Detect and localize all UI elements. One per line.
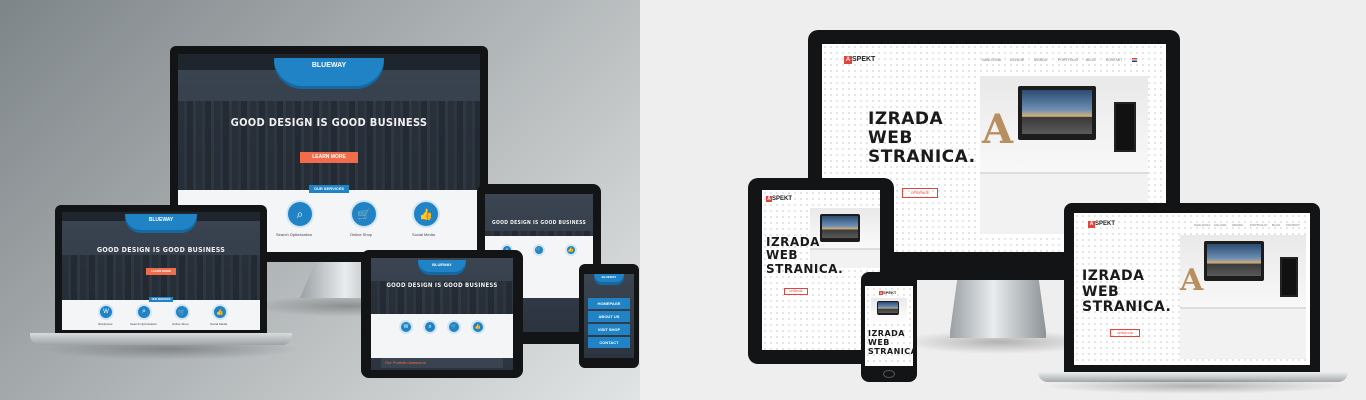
menu-item-about[interactable]: ABOUT US: [588, 311, 630, 322]
menu-item-homepage[interactable]: HOMEPAGE: [588, 298, 630, 309]
house-image: [1022, 90, 1092, 134]
service-label: Search Optimization: [130, 322, 158, 326]
hero-headline: GOOD DESIGN IS GOOD BUSINESS: [386, 282, 498, 289]
thumbs-up-icon: 👍: [412, 200, 440, 228]
nav-contact[interactable]: KONTAKT: [1106, 58, 1122, 62]
cart-icon: 🛒: [174, 304, 190, 320]
letter-a-decor: A: [1180, 263, 1204, 298]
nav-izrada[interactable]: IZRADA: [1232, 223, 1243, 227]
nav-home[interactable]: NASLOVNA: [982, 58, 1001, 62]
portfolio-footer: Our Portfolio Awesome: [381, 358, 503, 368]
laptop: BLUEWAY GOOD DESIGN IS GOOD BUSINESS LEA…: [55, 205, 267, 333]
learn-more-button[interactable]: LEARN MORE: [300, 152, 358, 163]
cart-icon: 🛒: [533, 244, 545, 256]
hero-heading: IZRADA WEB STRANICA.: [868, 109, 976, 168]
service-label: Online Shop: [172, 322, 189, 326]
hero-heading: IZRADA WEB STRANICA.: [766, 235, 844, 276]
site-logo: BLUEWAY: [594, 274, 624, 282]
macbook: A SPEKT NASLOVNA USLUGE IZRADA PORTFOLIO …: [1064, 203, 1320, 373]
house-image: [822, 216, 858, 238]
hero-photo: A: [1180, 235, 1306, 359]
cart-icon: 🛒: [447, 320, 461, 334]
service-label: Social Media: [210, 322, 228, 326]
nav-blog[interactable]: BLOG: [1272, 223, 1280, 227]
photo-monitor: [1018, 86, 1096, 140]
cart-icon: 🛒: [350, 200, 378, 228]
photo-poster: [1114, 102, 1136, 152]
imac-stand: [950, 276, 1046, 338]
services-section: W ⌕ 🛒 👍: [371, 314, 513, 358]
macbook-screen: A SPEKT NASLOVNA USLUGE IZRADA PORTFOLIO …: [1074, 213, 1310, 365]
photo-desk: [1180, 307, 1306, 359]
aspekt-phone: ASPEKT IZRADA WEB STRANICA.: [861, 272, 917, 382]
site-logo: BLUEWAY: [418, 260, 466, 272]
hero-headline: GOOD DESIGN IS GOOD BUSINESS: [230, 116, 428, 129]
learn-more-button[interactable]: LEARN MORE: [146, 268, 176, 275]
macbook-shadow: [1040, 378, 1346, 394]
hero-headline: GOOD DESIGN IS GOOD BUSINESS: [96, 246, 226, 254]
nav-blog[interactable]: BLOG: [1086, 58, 1096, 62]
thumbs-up-icon: 👍: [471, 320, 485, 334]
opsirnije-button[interactable]: OPŠIRNIJE: [784, 288, 808, 295]
photo-monitor: [1204, 241, 1264, 281]
tablet-landscape-screen: BLUEWAY GOOD DESIGN IS GOOD BUSINESS W ⌕…: [371, 258, 513, 370]
thumbs-up-icon: 👍: [565, 244, 577, 256]
service-label-social: Social Media: [412, 232, 435, 237]
services-title: OUR SERVICES: [149, 297, 173, 302]
hero-heading: IZRADA WEB STRANICA.: [868, 329, 913, 356]
thumbs-up-icon: 👍: [212, 304, 228, 320]
laptop-screen: BLUEWAY GOOD DESIGN IS GOOD BUSINESS LEA…: [62, 212, 260, 330]
service-label-shop: Online Shop: [350, 232, 373, 237]
service-label-seo: Search Optimization: [276, 232, 313, 237]
photo-poster: [1280, 257, 1298, 297]
nav-izrada[interactable]: IZRADA: [1034, 58, 1047, 62]
phone-screen: BLUEWAY HOMEPAGE ABOUT US VISIT SHOP CON…: [584, 274, 634, 358]
aspekt-logo: ASPEKT: [879, 290, 897, 295]
opsirnije-button[interactable]: OPŠIRNIJE: [902, 188, 938, 198]
hero-banner: BLUEWAY GOOD DESIGN IS GOOD BUSINESS LEA…: [0, 0, 1366, 400]
aspekt-logo: ASPEKT: [1088, 221, 1116, 228]
nav-contact[interactable]: KONTAKT: [1286, 223, 1300, 227]
nav-portfolio[interactable]: PORTFOLIO: [1250, 223, 1267, 227]
letter-a-decor: A: [982, 106, 1014, 153]
city-skyline: [178, 100, 480, 190]
laptop-base: [30, 333, 292, 345]
aspekt-logo: ASPEKT: [844, 56, 876, 64]
house-image: [878, 302, 898, 313]
service-label: Wordpress: [98, 322, 113, 326]
menu-item-contact[interactable]: CONTACT: [588, 337, 630, 348]
nav-portfolio[interactable]: PORTFOLIO: [1058, 58, 1078, 62]
hero-headline: GOOD DESIGN IS GOOD BUSINESS: [492, 220, 586, 226]
photo-monitor: [877, 301, 899, 315]
tablet-landscape: BLUEWAY GOOD DESIGN IS GOOD BUSINESS W ⌕…: [361, 250, 523, 378]
menu-item-shop[interactable]: VISIT SHOP: [588, 324, 630, 335]
search-icon: ⌕: [423, 320, 437, 334]
hero-photo: [871, 298, 907, 324]
city-skyline: [62, 255, 260, 300]
hero-heading: IZRADA WEB STRANICA.: [1082, 268, 1172, 316]
home-button[interactable]: [883, 370, 895, 378]
site-logo: BLUEWAY: [125, 214, 197, 230]
aspekt-logo: ASPEKT: [766, 196, 793, 202]
opsirnije-button[interactable]: OPŠIRNIJE: [1110, 329, 1140, 337]
aspekt-phone-screen: ASPEKT IZRADA WEB STRANICA.: [865, 286, 913, 366]
search-icon: ⌕: [136, 304, 152, 320]
nav-home[interactable]: NASLOVNA: [1194, 223, 1210, 227]
wordpress-icon: W: [399, 320, 413, 334]
nav-services[interactable]: USLUGE: [1214, 223, 1226, 227]
house-image: [1207, 244, 1261, 276]
phone-blueway: BLUEWAY HOMEPAGE ABOUT US VISIT SHOP CON…: [579, 264, 639, 368]
site-logo: BLUEWAY: [274, 58, 384, 86]
wordpress-icon: W: [98, 304, 114, 320]
nav-services[interactable]: USLUGE: [1010, 58, 1024, 62]
search-icon: ⌕: [286, 200, 314, 228]
services-title: OUR SERVICES: [309, 185, 349, 193]
flag-icon[interactable]: [1132, 58, 1137, 62]
services-section: OUR SERVICES W ⌕ 🛒 👍 Wordpress Search Op…: [62, 297, 260, 330]
